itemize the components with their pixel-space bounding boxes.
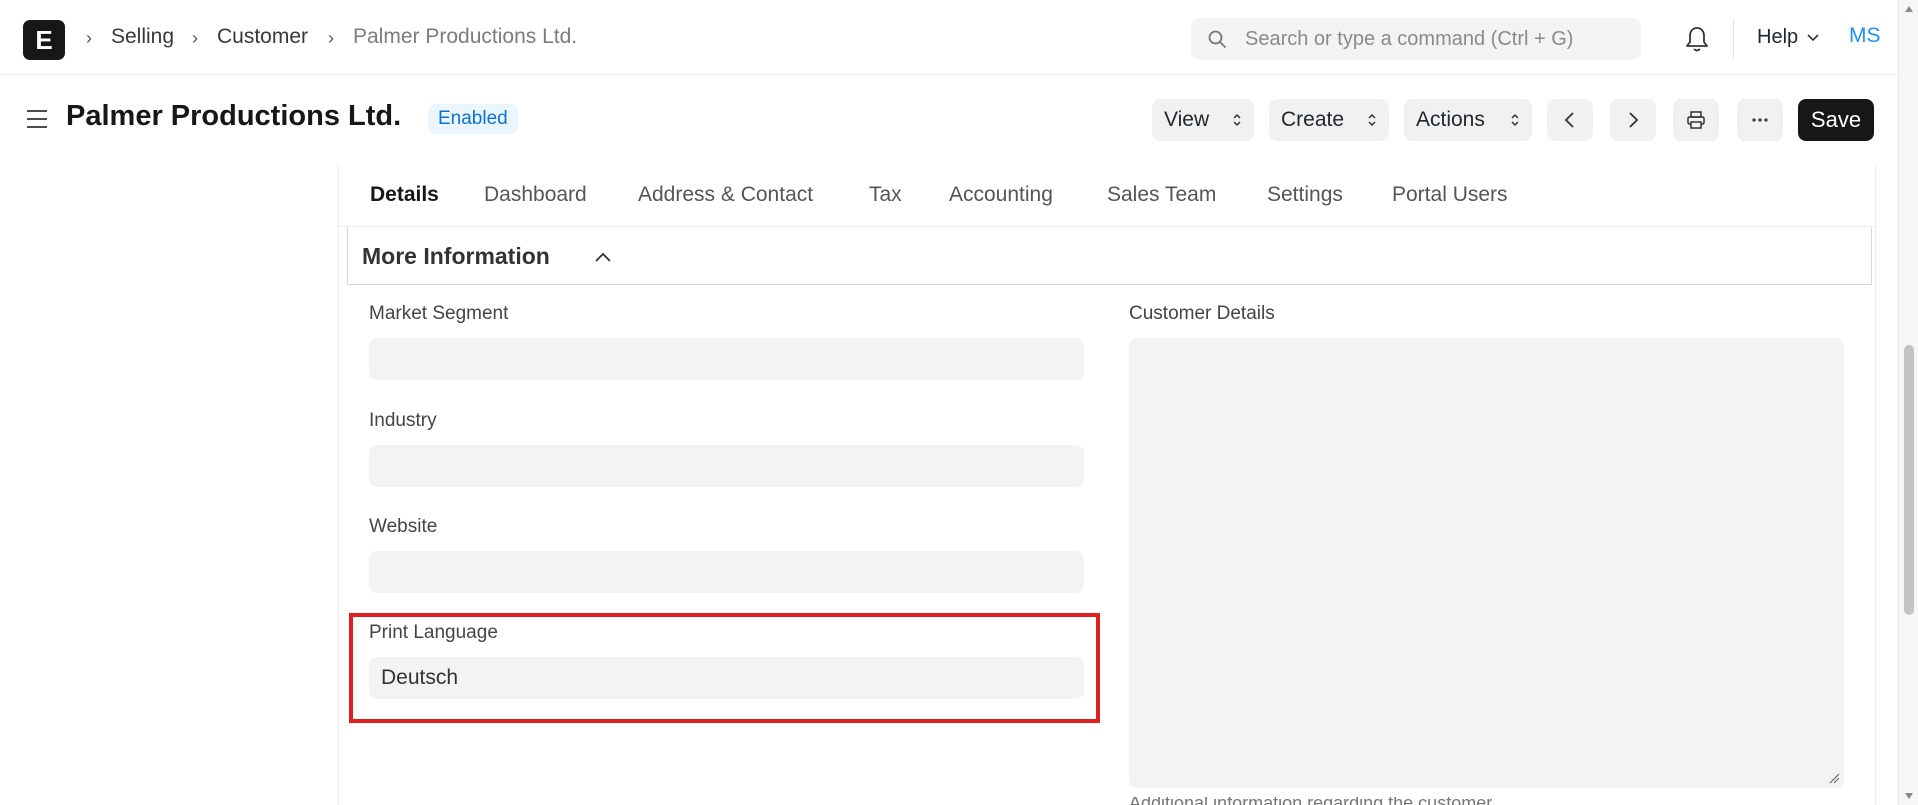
search-icon: [1208, 30, 1226, 48]
breadcrumb-customer[interactable]: Customer: [217, 25, 308, 49]
scroll-up-arrow[interactable]: [1904, 5, 1914, 13]
tab-details[interactable]: Details: [370, 183, 439, 207]
page-scrollbar[interactable]: [1898, 0, 1918, 805]
scroll-thumb[interactable]: [1904, 345, 1914, 615]
section-more-information[interactable]: More Information: [347, 227, 1872, 285]
view-button[interactable]: View: [1152, 99, 1254, 141]
save-button[interactable]: Save: [1798, 99, 1874, 141]
tab-portal-users[interactable]: Portal Users: [1392, 183, 1508, 207]
search-input[interactable]: [1245, 18, 1625, 60]
tab-accounting[interactable]: Accounting: [949, 183, 1053, 207]
chevron-down-icon[interactable]: [1806, 33, 1820, 43]
page-title: Palmer Productions Ltd.: [66, 100, 402, 132]
status-badge: Enabled: [428, 104, 518, 134]
chevron-right-icon: ›: [192, 28, 198, 48]
tab-tax[interactable]: Tax: [869, 183, 902, 207]
avatar[interactable]: MS: [1849, 24, 1881, 48]
tab-settings[interactable]: Settings: [1267, 183, 1343, 207]
updown-icon: [1368, 113, 1376, 127]
actions-button-label: Actions: [1416, 108, 1485, 131]
previous-record-button[interactable]: [1547, 99, 1593, 141]
market-segment-label: Market Segment: [369, 303, 509, 324]
create-button-label: Create: [1281, 108, 1345, 131]
chevron-right-icon: ›: [86, 28, 92, 48]
search-bar[interactable]: [1191, 18, 1641, 60]
top-navbar: E › Selling › Customer › Palmer Producti…: [0, 0, 1898, 75]
next-record-button[interactable]: [1610, 99, 1656, 141]
industry-label: Industry: [369, 410, 437, 431]
chevron-left-icon: [1564, 112, 1574, 128]
scroll-down-arrow[interactable]: [1904, 792, 1914, 800]
hamburger-icon[interactable]: [25, 107, 49, 131]
navbar-divider: [1733, 20, 1734, 58]
chevron-right-icon: ›: [328, 28, 334, 48]
website-label: Website: [369, 516, 438, 537]
breadcrumb-current: Palmer Productions Ltd.: [353, 25, 578, 48]
actions-button[interactable]: Actions: [1404, 99, 1532, 141]
chevron-up-icon[interactable]: [594, 251, 612, 263]
resize-handle-icon[interactable]: [1828, 772, 1840, 784]
customer-details-help-text: Additional information regarding the cus…: [1129, 797, 1496, 805]
view-button-label: View: [1164, 108, 1210, 131]
updown-icon: [1233, 113, 1241, 127]
tab-sales-team[interactable]: Sales Team: [1107, 183, 1216, 207]
market-segment-field[interactable]: [369, 338, 1084, 380]
chevron-right-icon: [1629, 112, 1639, 128]
section-title: More Information: [362, 243, 550, 269]
customer-details-label: Customer Details: [1129, 303, 1275, 324]
customer-details-textarea[interactable]: [1129, 338, 1844, 788]
tab-address-contact[interactable]: Address & Contact: [638, 183, 813, 207]
website-field[interactable]: [369, 551, 1084, 593]
industry-field[interactable]: [369, 445, 1084, 487]
more-icon: [1752, 118, 1768, 122]
print-language-label: Print Language: [369, 622, 498, 643]
updown-icon: [1511, 113, 1519, 127]
breadcrumb-selling[interactable]: Selling: [111, 25, 174, 49]
print-button[interactable]: [1673, 99, 1719, 141]
bell-icon[interactable]: [1684, 25, 1710, 53]
more-menu-button[interactable]: [1737, 99, 1783, 141]
print-language-field[interactable]: Deutsch: [369, 657, 1084, 699]
help-menu[interactable]: Help: [1757, 26, 1798, 49]
customer-details-help: Additional information regarding the cus…: [1129, 797, 1589, 805]
printer-icon: [1687, 111, 1705, 129]
create-button[interactable]: Create: [1269, 99, 1389, 141]
form-tabs: Details Dashboard Address & Contact Tax …: [339, 165, 1877, 227]
app-logo[interactable]: E: [23, 20, 65, 60]
tab-dashboard[interactable]: Dashboard: [484, 183, 587, 207]
